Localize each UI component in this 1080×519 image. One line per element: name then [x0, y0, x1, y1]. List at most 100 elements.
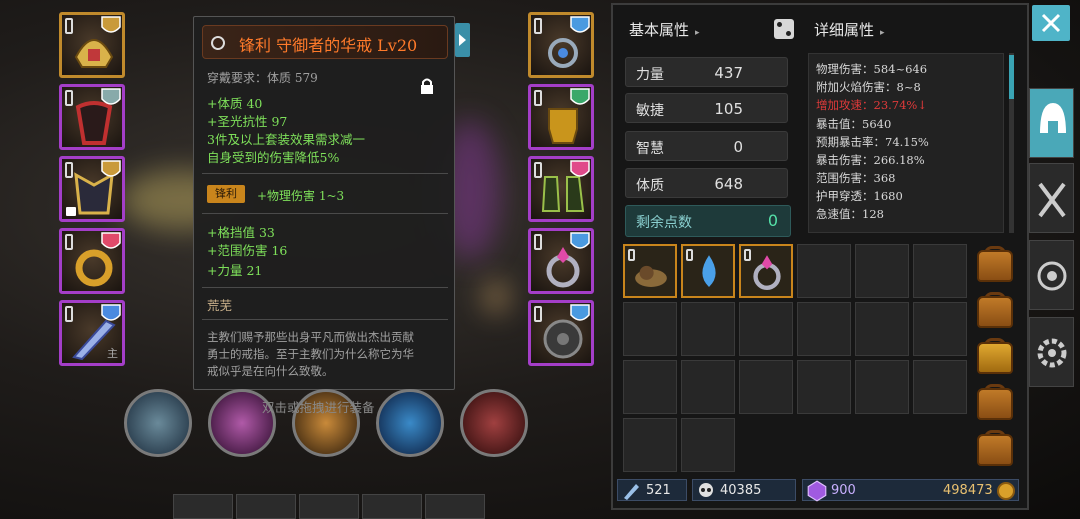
skill-icon-4[interactable] — [376, 389, 444, 457]
detail-line: 物理伤害：584~646 — [816, 62, 928, 76]
divider — [202, 319, 448, 320]
quick-slot[interactable] — [236, 494, 296, 519]
main-hand-label: 主 — [107, 347, 118, 360]
inventory-item-ore[interactable] — [623, 244, 677, 298]
detail-attr-header[interactable]: 详细属性 — [814, 19, 885, 40]
lock-icon[interactable] — [419, 77, 435, 95]
bag-tab-2[interactable] — [972, 290, 1018, 334]
rank-shield-icon — [570, 88, 590, 105]
inventory-cell[interactable] — [681, 302, 735, 356]
ring-type-icon — [208, 33, 228, 53]
inventory-cell[interactable] — [739, 302, 793, 356]
inventory-cell[interactable] — [913, 302, 967, 356]
equip-slot-amulet[interactable] — [528, 12, 594, 78]
equip-slot-boots[interactable] — [528, 156, 594, 222]
quick-slot[interactable] — [362, 494, 422, 519]
tab-settings[interactable] — [1029, 317, 1074, 387]
bag-tab-3[interactable] — [972, 336, 1018, 380]
stat-line: +圣光抗性 97 — [207, 114, 288, 129]
detail-line: 附加火焰伤害：8~8 — [816, 80, 921, 94]
tooltip-expand-arrow-icon[interactable] — [455, 23, 470, 57]
inventory-cell[interactable] — [913, 360, 967, 414]
inventory-cell[interactable] — [681, 418, 735, 472]
candle-glow — [486, 282, 506, 312]
attr-wisdom: 智慧 0 — [625, 131, 788, 161]
attr-name: 体质 — [636, 178, 664, 194]
inventory-cell[interactable] — [739, 360, 793, 414]
equip-slot-ring[interactable] — [59, 228, 125, 294]
currency-value: 521 — [646, 483, 671, 498]
stat-line: 3件及以上套装效果需求减一 — [207, 132, 365, 147]
basic-attr-header[interactable]: 基本属性 — [629, 19, 700, 40]
attr-value: 0 — [767, 211, 778, 230]
attr-strength: 力量 437 — [625, 57, 788, 87]
quick-slot[interactable] — [299, 494, 359, 519]
attr-value: 0 — [733, 138, 743, 156]
padlock-icon — [66, 207, 76, 216]
dice-icon[interactable] — [774, 19, 794, 39]
skill-icon-5[interactable] — [460, 389, 528, 457]
bag-icon — [977, 342, 1013, 374]
rank-shield-icon — [101, 88, 121, 105]
inventory-cell[interactable] — [681, 360, 735, 414]
inventory-cell[interactable] — [623, 418, 677, 472]
bag-tab-1[interactable] — [972, 244, 1018, 288]
scroll-thumb[interactable] — [1009, 55, 1014, 99]
inventory-cell[interactable] — [855, 360, 909, 414]
inventory-cell[interactable] — [623, 302, 677, 356]
equip-slot-offhand[interactable] — [528, 300, 594, 366]
crystal-icon — [624, 484, 639, 500]
bonus-line: +力量 21 — [207, 263, 263, 278]
ring-icon — [753, 255, 781, 291]
divider — [202, 173, 448, 174]
bag-tab-5[interactable] — [972, 428, 1018, 472]
quick-slot[interactable] — [173, 494, 233, 519]
detail-attr-list[interactable]: 物理伤害：584~646 附加火焰伤害：8~8 增加攻速：23.74%↓ 暴击值… — [808, 53, 1004, 233]
water-drop-icon — [702, 255, 716, 287]
affix-badge: 锋利 — [207, 185, 245, 203]
equip-slot-armor[interactable] — [59, 156, 125, 222]
attr-name: 敏捷 — [636, 103, 664, 119]
equip-slot-weapon[interactable]: 主 — [59, 300, 125, 366]
equip-slot-gloves[interactable] — [528, 84, 594, 150]
skill-icon-1[interactable] — [124, 389, 192, 457]
close-button[interactable] — [1032, 5, 1070, 41]
attr-constitution: 体质 648 — [625, 168, 788, 198]
tab-target[interactable] — [1029, 240, 1074, 310]
inventory-cell[interactable] — [797, 244, 851, 298]
inventory-cell[interactable] — [913, 244, 967, 298]
bag-icon — [977, 388, 1013, 420]
inventory-item-ring[interactable] — [739, 244, 793, 298]
tab-weapons[interactable] — [1029, 163, 1074, 233]
tab-equipment[interactable] — [1029, 88, 1074, 158]
inventory-cell[interactable] — [855, 302, 909, 356]
currency-value: 40385 — [720, 483, 762, 498]
item-title: 锋利 守御者的华戒 Lv20 — [239, 36, 418, 55]
detail-line: 增加攻速：23.74%↓ — [816, 98, 927, 112]
rank-shield-icon — [101, 304, 121, 321]
equip-slot-cloak[interactable] — [59, 84, 125, 150]
bag-icon — [977, 296, 1013, 328]
purple-gem-icon — [807, 480, 827, 502]
inventory-cell[interactable] — [797, 302, 851, 356]
ore-icon — [635, 265, 667, 287]
stat-line: 自身受到的伤害降低5% — [207, 150, 340, 165]
bag-icon — [977, 434, 1013, 466]
equip-slot-ring-2[interactable] — [528, 228, 594, 294]
inventory-cell[interactable] — [855, 244, 909, 298]
desc-line: 戒似乎是在向什么致敬。 — [207, 364, 334, 378]
equip-slot-helmet[interactable] — [59, 12, 125, 78]
bag-tab-4[interactable] — [972, 382, 1018, 426]
detail-scrollbar[interactable] — [1009, 53, 1014, 233]
attr-value: 105 — [714, 100, 743, 118]
inventory-cell[interactable] — [623, 360, 677, 414]
rank-shield-icon — [101, 16, 121, 33]
inventory-cell[interactable] — [797, 360, 851, 414]
item-tooltip: 锋利 守御者的华戒 Lv20 穿戴要求：体质 579 +体质 40 +圣光抗性 … — [193, 16, 455, 390]
quick-slot[interactable] — [425, 494, 485, 519]
detail-line: 预期暴击率：74.15% — [816, 135, 929, 149]
helmet-icon — [1040, 103, 1066, 133]
game-screen: 主 锋利 守御者的华戒 Lv20 穿戴要求：体质 579 +体质 40 +圣光抗… — [0, 0, 1080, 519]
inventory-item-water-drop[interactable] — [681, 244, 735, 298]
detail-line: 暴击值：5640 — [816, 117, 892, 131]
